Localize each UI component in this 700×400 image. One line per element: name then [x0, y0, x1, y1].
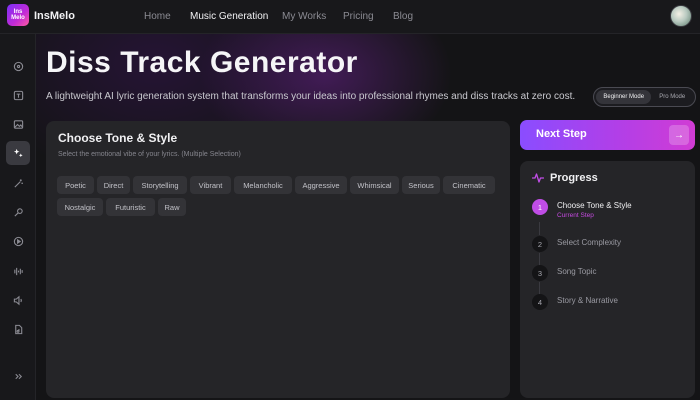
next-step-label: Next Step — [536, 128, 587, 140]
pulse-icon — [532, 173, 544, 183]
tone-style-panel: Choose Tone & Style Select the emotional… — [46, 121, 510, 398]
step-label: Song Topic — [557, 267, 597, 276]
page-title: Diss Track Generator — [46, 46, 358, 79]
main-content: Diss Track Generator A lightweight AI ly… — [36, 34, 700, 400]
tone-chip-vibrant[interactable]: Vibrant — [190, 176, 231, 194]
step-label: Story & Narrative — [557, 296, 618, 305]
beginner-mode-option[interactable]: Beginner Mode — [596, 90, 652, 104]
progress-title: Progress — [550, 172, 598, 184]
tone-chip-storytelling[interactable]: Storytelling — [133, 176, 187, 194]
nav-home[interactable]: Home — [144, 11, 171, 22]
step-number: 3 — [532, 265, 548, 281]
current-step-label: Current Step — [557, 212, 594, 219]
tone-chip-direct[interactable]: Direct — [97, 176, 130, 194]
tone-chip-melancholic[interactable]: Melancholic — [234, 176, 292, 194]
nav-my-works[interactable]: My Works — [282, 11, 326, 22]
progress-step-2[interactable]: 2 Select Complexity — [532, 236, 621, 252]
step-number: 2 — [532, 236, 548, 252]
tone-panel-title: Choose Tone & Style — [58, 131, 178, 145]
play-circle-icon[interactable] — [6, 229, 30, 253]
disc-icon[interactable] — [6, 54, 30, 78]
nav-blog[interactable]: Blog — [393, 11, 413, 22]
music-file-icon[interactable] — [6, 317, 30, 341]
tone-chip-poetic[interactable]: Poetic — [57, 176, 94, 194]
top-nav-bar: Ins Melo InsMelo Home Music Generation M… — [0, 0, 700, 34]
progress-header: Progress — [532, 172, 598, 184]
tone-chip-futuristic[interactable]: Futuristic — [106, 198, 155, 216]
step-connector — [539, 222, 540, 235]
tone-chip-aggressive[interactable]: Aggressive — [295, 176, 347, 194]
progress-step-3[interactable]: 3 Song Topic — [532, 265, 596, 281]
progress-panel: Progress 1 Choose Tone & Style Current S… — [520, 161, 695, 398]
tone-chip-raw[interactable]: Raw — [158, 198, 186, 216]
speaker-icon[interactable] — [6, 288, 30, 312]
step-label: Select Complexity — [557, 238, 622, 247]
step-label: Choose Tone & Style — [557, 201, 632, 210]
expand-icon[interactable] — [6, 364, 30, 388]
nav-pricing[interactable]: Pricing — [343, 11, 374, 22]
page-subtitle: A lightweight AI lyric generation system… — [46, 91, 576, 102]
sparkles-icon[interactable] — [6, 141, 30, 165]
tone-chip-whimsical[interactable]: Whimsical — [350, 176, 399, 194]
tone-chip-serious[interactable]: Serious — [402, 176, 440, 194]
tone-chip-nostalgic[interactable]: Nostalgic — [57, 198, 103, 216]
waveform-icon[interactable] — [6, 259, 30, 283]
sidebar — [0, 34, 36, 400]
avatar[interactable] — [670, 5, 692, 27]
microphone-icon[interactable] — [6, 200, 30, 224]
next-step-button[interactable]: Next Step → — [520, 120, 695, 150]
main-nav: Home Music Generation My Works Pricing B… — [0, 0, 700, 34]
text-icon[interactable] — [6, 83, 30, 107]
nav-music-generation[interactable]: Music Generation — [190, 11, 268, 22]
magic-wand-icon[interactable] — [6, 171, 30, 195]
arrow-right-icon: → — [669, 125, 689, 145]
image-icon[interactable] — [6, 112, 30, 136]
mode-toggle[interactable]: Beginner Mode Pro Mode — [593, 87, 696, 107]
step-number: 4 — [532, 294, 548, 310]
tone-chip-cinematic[interactable]: Cinematic — [443, 176, 495, 194]
step-number: 1 — [532, 199, 548, 215]
progress-step-1[interactable]: 1 Choose Tone & Style Current Step — [532, 199, 632, 219]
progress-step-4[interactable]: 4 Story & Narrative — [532, 294, 618, 310]
pro-mode-option[interactable]: Pro Mode — [651, 90, 693, 104]
tone-panel-subtitle: Select the emotional vibe of your lyrics… — [58, 151, 241, 158]
